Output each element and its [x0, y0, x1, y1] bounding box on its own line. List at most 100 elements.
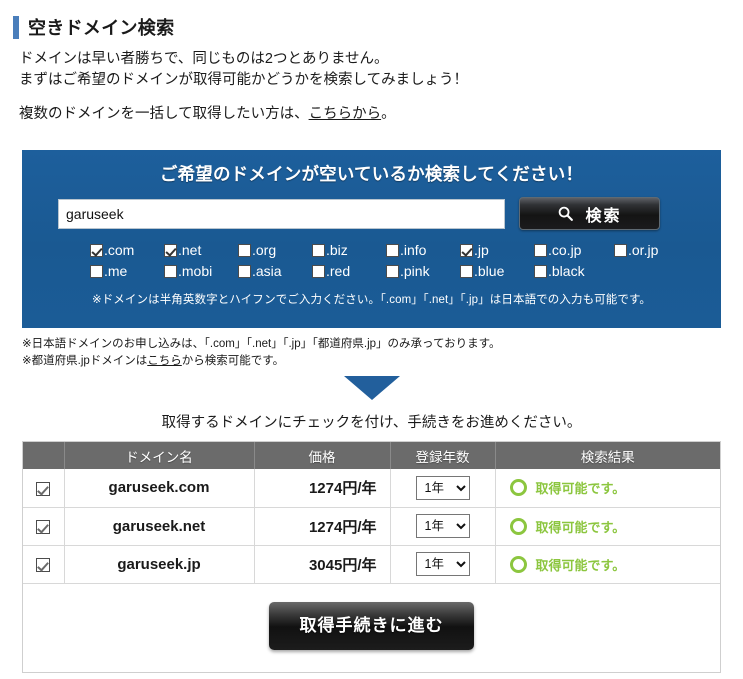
row-price: 3045円/年: [254, 545, 391, 584]
table-row: garuseek.jp 3045円/年 1年 取得可能です。: [23, 545, 720, 584]
tld-label-info: .info: [400, 242, 427, 258]
row-select-cell[interactable]: [23, 507, 65, 546]
available-circle-icon: [509, 555, 527, 573]
tld-label-org: .org: [252, 242, 277, 258]
tld-option-blue[interactable]: .blue: [460, 263, 534, 279]
down-arrow-icon: [344, 376, 400, 400]
row-select-cell[interactable]: [23, 545, 65, 584]
page-title: 空きドメイン検索: [13, 14, 743, 40]
tld-label-red: .red: [326, 263, 351, 279]
tld-label-cojp: .co.jp: [548, 242, 582, 258]
checkbox-com[interactable]: [90, 243, 103, 257]
checkbox-jp[interactable]: [460, 243, 473, 257]
search-row: 検索: [58, 197, 721, 230]
checkbox-pink[interactable]: [386, 264, 399, 278]
row-domain: garuseek.jp: [64, 545, 255, 584]
bulk-domain-note: 複数のドメインを一括して取得したい方は、こちらから。: [19, 102, 743, 123]
tld-row-1: .com .net .org .biz .info .jp .co.jp .or…: [90, 242, 721, 258]
checkbox-blue[interactable]: [460, 264, 473, 278]
checkbox-biz[interactable]: [312, 243, 325, 257]
search-button-label: 検索: [585, 207, 622, 225]
status-badge: 取得可能です。: [497, 517, 720, 536]
header-select: [23, 442, 65, 469]
tld-label-pink: .pink: [400, 263, 430, 279]
tld-label-jp: .jp: [474, 242, 489, 258]
row-checkbox[interactable]: [36, 481, 51, 496]
footnote-1: ※日本語ドメインのお申し込みは、「.com」「.net」「.jp」「都道府県.j…: [22, 338, 501, 350]
checkbox-net[interactable]: [164, 243, 177, 257]
row-year-cell[interactable]: 1年: [390, 469, 496, 508]
tld-label-mobi: .mobi: [178, 263, 213, 279]
tld-label-me: .me: [104, 263, 128, 279]
prefecture-search-link[interactable]: こちら: [147, 355, 182, 367]
year-select[interactable]: 1年: [415, 475, 470, 500]
tld-option-red[interactable]: .red: [312, 263, 386, 279]
footnote-2: ※都道府県.jpドメインはこちらから検索可能です。: [22, 353, 500, 370]
result-instruction: 取得するドメインにチェックを付け、手続きをお進めください。: [161, 415, 582, 431]
checkbox-me[interactable]: [90, 264, 103, 278]
proceed-button[interactable]: 取得手続きに進む: [269, 601, 474, 650]
status-text: 取得可能です。: [535, 519, 626, 535]
row-checkbox[interactable]: [36, 520, 51, 535]
tld-option-com[interactable]: .com: [90, 242, 164, 258]
bulk-note-suffix: 。: [381, 106, 396, 122]
checkbox-info[interactable]: [386, 243, 399, 257]
year-select[interactable]: 1年: [415, 552, 470, 576]
table-row: garuseek.com 1274円/年 1年 取得可能です。: [23, 469, 720, 508]
tld-label-biz: .biz: [326, 242, 348, 258]
page-title-text: 空きドメイン検索: [28, 18, 175, 38]
year-select[interactable]: 1年: [415, 514, 470, 538]
available-circle-icon: [509, 479, 527, 497]
row-year-cell[interactable]: 1年: [390, 545, 496, 584]
tld-option-org[interactable]: .org: [238, 242, 312, 258]
tld-option-mobi[interactable]: .mobi: [164, 263, 238, 279]
tld-label-asia: .asia: [252, 263, 282, 279]
table-row: garuseek.net 1274円/年 1年 取得可能です。: [23, 507, 720, 546]
status-text: 取得可能です。: [535, 557, 626, 573]
search-button[interactable]: 検索: [519, 197, 660, 230]
header-status: 検索結果: [495, 442, 720, 469]
row-checkbox[interactable]: [36, 558, 51, 573]
checkbox-orjp[interactable]: [614, 243, 627, 257]
row-price: 1274円/年: [254, 507, 391, 546]
row-status-cell: 取得可能です。: [495, 545, 720, 584]
tld-option-net[interactable]: .net: [164, 242, 238, 258]
search-panel-title: ご希望のドメインが空いているか検索してください！: [159, 164, 584, 184]
intro-line-2: まずはご希望のドメインが取得可能かどうかを検索してみましょう！: [19, 72, 469, 88]
header-row: ドメイン名 価格 登録年数 検索結果: [23, 442, 720, 469]
checkbox-cojp[interactable]: [534, 243, 547, 257]
tld-option-asia[interactable]: .asia: [238, 263, 312, 279]
tld-option-black[interactable]: .black: [534, 263, 614, 279]
tld-option-biz[interactable]: .biz: [312, 242, 386, 258]
search-panel-note: ※ドメインは半角英数字とハイフンでご入力ください。「.com」「.net」「.j…: [91, 294, 652, 306]
row-year-cell[interactable]: 1年: [390, 507, 496, 546]
header-years: 登録年数: [390, 442, 496, 469]
tld-row-2: .me .mobi .asia .red .pink .blue .black: [90, 263, 721, 279]
tld-label-black: .black: [548, 263, 585, 279]
status-badge: 取得可能です。: [497, 555, 720, 574]
domain-search-page: 空きドメイン検索 ドメインは早い者勝ちで、同じものは2つとありません。 まずはご…: [0, 14, 743, 679]
tld-option-jp[interactable]: .jp: [460, 242, 534, 258]
tld-option-me[interactable]: .me: [90, 263, 164, 279]
tld-label-orjp: .or.jp: [628, 242, 659, 258]
checkbox-org[interactable]: [238, 243, 251, 257]
tld-option-cojp[interactable]: .co.jp: [534, 242, 614, 258]
tld-option-info[interactable]: .info: [386, 242, 460, 258]
checkbox-mobi[interactable]: [164, 264, 177, 278]
checkbox-red[interactable]: [312, 264, 325, 278]
search-input[interactable]: [58, 198, 505, 229]
search-panel: ご希望のドメインが空いているか検索してください！ 検索 .com .net .o…: [22, 150, 721, 328]
tld-option-pink[interactable]: .pink: [386, 263, 460, 279]
tld-checkbox-grid: .com .net .org .biz .info .jp .co.jp .or…: [90, 242, 721, 279]
footnotes: ※日本語ドメインのお申し込みは、「.com」「.net」「.jp」「都道府県.j…: [22, 336, 500, 370]
bulk-domain-link[interactable]: こちらから: [309, 106, 382, 122]
tld-option-orjp[interactable]: .or.jp: [614, 242, 694, 258]
row-select-cell[interactable]: [23, 469, 65, 508]
checkbox-asia[interactable]: [238, 264, 251, 278]
tld-label-com: .com: [104, 242, 135, 258]
results-table-body: garuseek.com 1274円/年 1年 取得可能です。 garuseek…: [23, 469, 720, 584]
footnote-2-after: から検索可能です。: [181, 355, 285, 367]
checkbox-black[interactable]: [534, 264, 547, 278]
intro-paragraph: ドメインは早い者勝ちで、同じものは2つとありません。 まずはご希望のドメインが取…: [19, 49, 743, 91]
available-circle-icon: [509, 517, 527, 535]
